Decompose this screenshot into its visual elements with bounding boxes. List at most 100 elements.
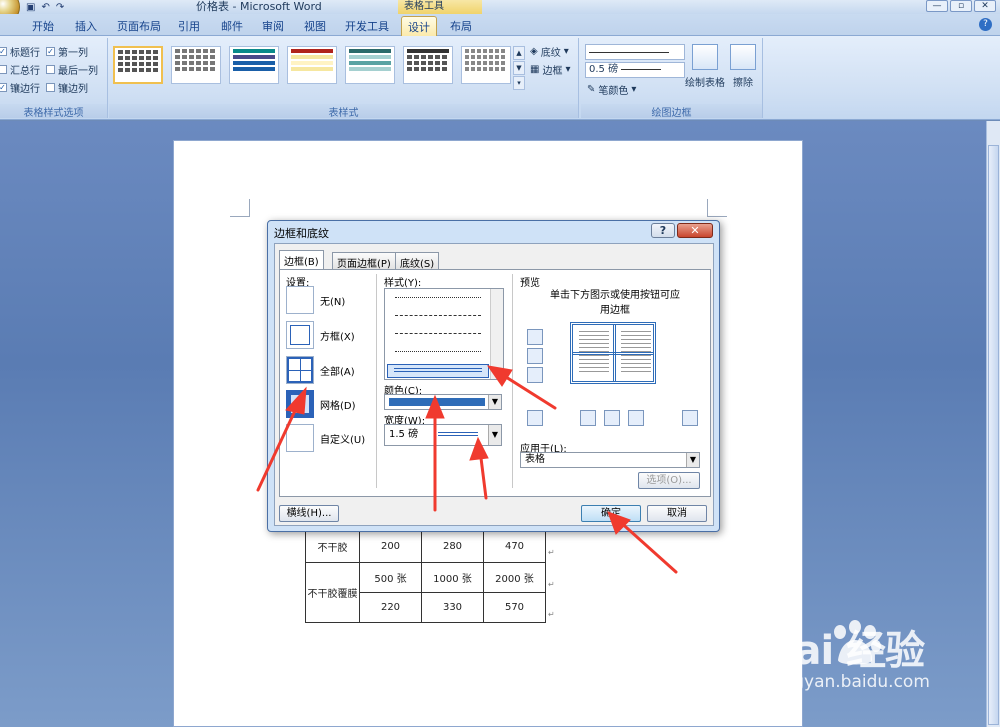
checkbox-banded-columns[interactable]: 镶边列: [46, 80, 88, 95]
gallery-up-icon[interactable]: ▲: [513, 46, 525, 60]
table-cell[interactable]: 470: [483, 530, 546, 563]
gallery-more-icon[interactable]: ▾: [513, 76, 525, 90]
left-border-button[interactable]: [580, 410, 596, 426]
tab-insert[interactable]: 插入: [75, 18, 97, 34]
divider: [376, 274, 377, 488]
bottom-border-button[interactable]: [527, 367, 543, 383]
tab-layout[interactable]: 布局: [450, 18, 472, 34]
tab-design[interactable]: 设计: [401, 16, 437, 37]
table-cell[interactable]: 570: [483, 592, 546, 623]
horizontal-line-button[interactable]: 横线(H)...: [279, 505, 339, 522]
tab-review[interactable]: 审阅: [262, 18, 284, 34]
close-button[interactable]: ✕: [974, 0, 996, 12]
table-cell[interactable]: 220: [359, 592, 422, 623]
group-table-style-options: ✓ 标题行 ✓ 第一列 汇总行 最后一列 ✓ 镶边行 镶边列 表格样式选项: [0, 38, 108, 119]
minimize-button[interactable]: —: [926, 0, 948, 12]
tab-page-layout[interactable]: 页面布局: [117, 18, 161, 34]
tab-home[interactable]: 开始: [32, 18, 54, 34]
line-style-double-selected[interactable]: [387, 364, 489, 378]
table-cell[interactable]: 1000 张: [421, 562, 484, 593]
save-icon[interactable]: ▣: [26, 2, 35, 13]
checkbox-total-row[interactable]: 汇总行: [0, 62, 40, 77]
table-style-thumbnail[interactable]: [287, 46, 337, 84]
table-style-thumbnail[interactable]: [171, 46, 221, 84]
tab-view[interactable]: 视图: [304, 18, 326, 34]
checkbox-header-row[interactable]: ✓ 标题行: [0, 44, 40, 59]
line-style-dotted[interactable]: [395, 297, 481, 298]
color-select[interactable]: ▼: [384, 394, 502, 410]
price-table[interactable]: 不干胶 200 280 470 不干胶覆膜 500 张 1000 张 2000 …: [305, 530, 546, 623]
inside-horizontal-border-button[interactable]: [527, 348, 543, 364]
gallery-down-icon[interactable]: ▼: [513, 61, 525, 75]
gallery-scroll[interactable]: ▲ ▼ ▾: [513, 46, 525, 90]
maximize-button[interactable]: ▫: [950, 0, 972, 12]
table-cell[interactable]: 不干胶: [305, 530, 360, 563]
dropdown-arrow-icon: ▼: [488, 395, 501, 409]
line-style-dash-dot-dot[interactable]: [395, 351, 481, 352]
borders-button[interactable]: ▦ 边框 ▾: [530, 62, 570, 77]
table-cell[interactable]: 不干胶覆膜: [305, 562, 360, 623]
line-weight-select[interactable]: 0.5 磅: [585, 62, 685, 78]
style-list-scrollbar[interactable]: [490, 289, 503, 379]
dialog-close-button[interactable]: ✕: [677, 223, 713, 238]
preview-box[interactable]: [570, 322, 656, 384]
pen-color-button[interactable]: ✎ 笔颜色 ▾: [587, 82, 636, 97]
eraser-icon: [730, 44, 756, 70]
setting-custom[interactable]: 自定义(U): [286, 424, 365, 452]
paint-bucket-icon: ◈: [530, 46, 538, 57]
width-select[interactable]: 1.5 磅 ▼: [384, 424, 502, 446]
line-style-dashed[interactable]: [395, 315, 481, 316]
eraser-button[interactable]: 擦除: [723, 44, 763, 89]
top-border-button[interactable]: [527, 329, 543, 345]
borders-panel: 设置: 无(N) 方框(X) 全部(A) 网格(D) 自定义(U) 样式(Y):…: [279, 269, 711, 497]
scrollbar-thumb[interactable]: [988, 145, 999, 725]
diagonal-up-border-button[interactable]: [682, 410, 698, 426]
cancel-button[interactable]: 取消: [647, 505, 707, 522]
checkbox-banded-rows[interactable]: ✓ 镶边行: [0, 80, 40, 95]
setting-all[interactable]: 全部(A): [286, 356, 355, 384]
tab-references[interactable]: 引用: [178, 18, 200, 34]
table-cell[interactable]: 330: [421, 592, 484, 623]
table-style-thumbnail[interactable]: [345, 46, 395, 84]
checkbox-empty-icon: [46, 83, 55, 92]
options-button[interactable]: 选项(O)...: [638, 472, 700, 489]
table-style-thumbnail[interactable]: [113, 46, 163, 84]
setting-box[interactable]: 方框(X): [286, 321, 355, 349]
ok-button[interactable]: 确定: [581, 505, 641, 522]
help-icon[interactable]: ?: [979, 18, 992, 31]
setting-grid[interactable]: 网格(D): [286, 390, 356, 418]
line-style-select[interactable]: [585, 44, 685, 60]
ribbon-tabs: 开始 插入 页面布局 引用 邮件 审阅 视图 开发工具 设计 布局 ?: [0, 14, 1000, 37]
dialog-help-button[interactable]: ?: [651, 223, 675, 238]
shading-button[interactable]: ◈ 底纹 ▾: [530, 44, 569, 59]
diagonal-down-border-button[interactable]: [527, 410, 543, 426]
line-style-dash-dot[interactable]: [395, 333, 481, 334]
table-row: 不干胶覆膜 500 张 1000 张 2000 张: [305, 562, 546, 623]
tab-page-border[interactable]: 页面边框(P): [332, 252, 396, 270]
table-style-thumbnail[interactable]: [403, 46, 453, 84]
apply-to-select[interactable]: 表格 ▼: [520, 452, 700, 468]
paragraph-mark: ↵: [548, 548, 555, 557]
checkbox-first-column[interactable]: ✓ 第一列: [46, 44, 88, 59]
tab-mailings[interactable]: 邮件: [221, 18, 243, 34]
tab-developer[interactable]: 开发工具: [345, 18, 389, 34]
tab-borders[interactable]: 边框(B): [279, 250, 324, 269]
table-cell[interactable]: 280: [421, 530, 484, 563]
line-style-list[interactable]: [384, 288, 504, 380]
redo-icon[interactable]: ↷: [56, 2, 64, 13]
checkbox-last-column[interactable]: 最后一列: [46, 62, 98, 77]
right-border-button[interactable]: [628, 410, 644, 426]
setting-custom-icon: [286, 424, 314, 452]
tab-shading[interactable]: 底纹(S): [395, 252, 440, 270]
table-style-thumbnail[interactable]: [229, 46, 279, 84]
draw-table-button[interactable]: 绘制表格: [685, 44, 725, 89]
table-cell[interactable]: 500 张: [359, 562, 422, 593]
dialog-body: 边框(B) 页面边框(P) 底纹(S) 设置: 无(N) 方框(X) 全部(A)…: [274, 243, 714, 526]
table-cell[interactable]: 2000 张: [483, 562, 546, 593]
table-cell[interactable]: 200: [359, 530, 422, 563]
table-style-thumbnail[interactable]: [461, 46, 511, 84]
setting-none[interactable]: 无(N): [286, 286, 345, 314]
undo-icon[interactable]: ↶: [41, 2, 49, 13]
vertical-scrollbar[interactable]: [986, 121, 1000, 727]
inside-vertical-border-button[interactable]: [604, 410, 620, 426]
